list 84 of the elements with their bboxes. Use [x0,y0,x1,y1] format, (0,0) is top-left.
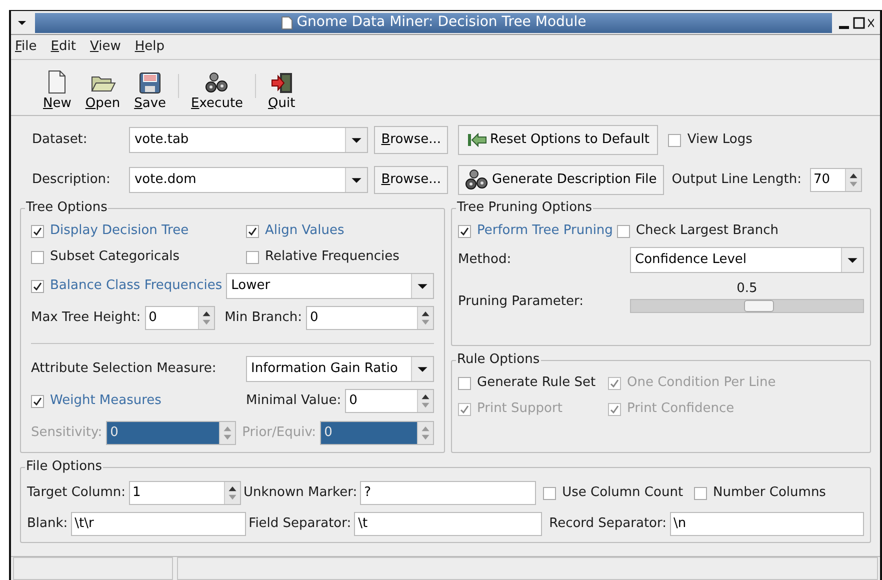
field-label: Blank: [27,515,68,534]
field-label: Min Branch: [224,309,302,328]
checkbox[interactable]: Use Column Count [543,483,684,503]
check-icon [460,404,469,414]
toolbar-button[interactable]: Save [132,72,168,112]
gears-icon [205,72,230,94]
check-icon [33,226,42,236]
input-field[interactable]: ? [360,481,536,505]
toolbar-button[interactable]: Execute [189,72,246,112]
field-label: Method: [458,251,512,270]
spin-field[interactable]: 70 [810,168,862,192]
check-icon [610,404,619,414]
field-label: Record Separator: [549,515,666,534]
field-label: Dataset: [32,131,88,150]
dropdown[interactable]: Information Gain Ratio [246,356,434,382]
group-title: Tree Pruning Options [456,199,594,217]
check-icon [33,282,42,290]
checkbox[interactable]: Balance Class Frequencies [31,276,222,296]
spin-field[interactable]: 0 [345,389,434,413]
field-label: Minimal Value: [246,392,342,410]
field-label: Max Tree Height: [31,309,141,328]
group-title: Rule Options [456,351,541,369]
check-icon [610,378,619,388]
spin-field[interactable]: 0 [144,306,215,330]
field-label: Output Line Length: [672,171,802,190]
toolbar-button[interactable]: Open [83,74,122,112]
toolbar-button[interactable]: New [41,70,74,112]
spin-arrows-icon[interactable] [417,307,433,329]
input-field[interactable]: \n [670,512,864,536]
exit-door-icon [270,72,293,94]
field-label: Unknown Marker: [244,484,358,502]
document-icon [280,16,293,30]
spin-field[interactable]: 0 [306,306,434,330]
input-field[interactable]: \t [354,512,542,536]
spin-arrows-icon[interactable] [417,390,433,412]
document-icon [46,70,68,94]
spin-arrows-icon[interactable] [224,482,240,504]
field-label: Field Separator: [248,515,352,534]
field-label: Prior/Equiv: [242,424,316,442]
spin-field[interactable]: 1 [128,481,241,505]
checkbox[interactable]: Check Largest Branch [616,221,778,241]
check-icon [33,396,42,406]
checkbox[interactable]: Number Columns [694,483,826,503]
checkbox[interactable]: Align Values [246,221,344,241]
arrow-left-bar-icon [467,133,487,147]
menu-item[interactable]: Help [134,37,164,57]
dropdown[interactable]: vote.tab [129,127,368,153]
field-label: Sensitivity: [31,424,102,442]
field-label: Attribute Selection Measure: [31,360,218,378]
check-icon [248,226,257,236]
checkbox[interactable]: Display Decision Tree [31,221,246,241]
slider-thumb[interactable] [744,300,774,312]
spin-arrows-icon[interactable] [198,307,214,329]
spin-arrows-icon[interactable] [844,169,861,191]
group-title: Tree Options [25,199,108,217]
checkbox[interactable]: Perform Tree Pruning [458,221,613,241]
window-title: Gnome Data Miner: Decision Tree Module [296,13,586,32]
checkbox[interactable]: Weight Measures [31,391,242,411]
checkbox[interactable]: Subset Categoricals [31,247,246,267]
menu-item[interactable]: View [90,37,121,57]
slider-track[interactable] [630,298,864,312]
toolbar-button[interactable]: Quit [266,72,298,112]
input-field[interactable]: \t\r [70,512,246,536]
folder-icon [90,74,116,94]
check-icon [460,226,469,236]
dropdown[interactable]: Lower [226,273,434,299]
dropdown[interactable]: Confidence Level [630,247,864,273]
generate-button[interactable]: Generate Description File [458,165,664,195]
field-label: Pruning Parameter: [458,293,584,311]
field-label: Description: [32,171,112,190]
checkbox[interactable]: Relative Frequencies [246,247,400,267]
gears-icon [465,169,489,191]
reset-button[interactable]: Reset Options to Default [458,125,658,155]
slider-value: 0.5 [736,280,758,298]
menu-item[interactable]: File [15,37,37,57]
dropdown[interactable]: vote.dom [129,167,368,193]
maximize-icon[interactable] [853,16,865,30]
field-label: Target Column: [27,484,126,502]
checkbox[interactable]: View Logs [668,130,752,150]
checkbox[interactable]: Generate Rule Set [458,373,608,393]
browse-button[interactable]: Browse... [374,126,448,154]
menu-item[interactable]: Edit [50,37,76,57]
group-title: File Options [25,458,104,476]
browse-button[interactable]: Browse... [374,166,448,194]
